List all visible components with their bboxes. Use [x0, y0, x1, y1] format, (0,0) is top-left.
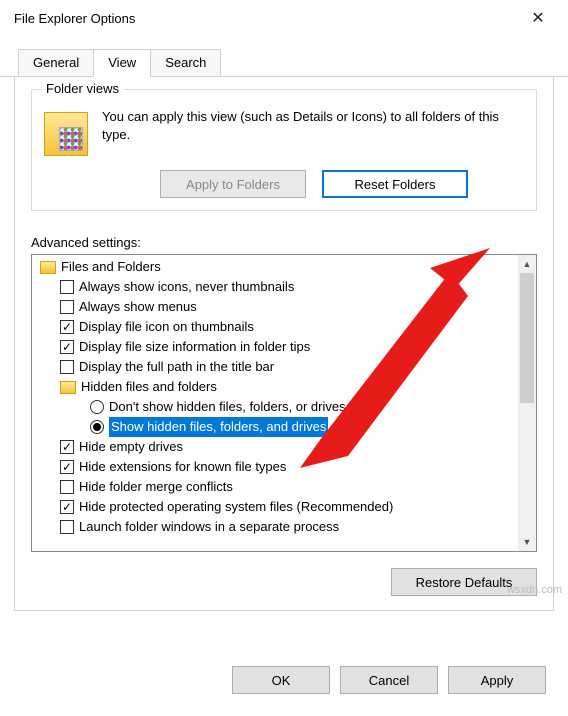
tree-item[interactable]: Display the full path in the title bar: [32, 357, 518, 377]
tree-item-label: Hide extensions for known file types: [79, 457, 286, 477]
tree-item[interactable]: ✓ Hide empty drives: [32, 437, 518, 457]
folder-views-group: Folder views You can apply this view (su…: [31, 89, 537, 211]
tab-view[interactable]: View: [93, 49, 151, 77]
checkbox[interactable]: ✓: [60, 320, 74, 334]
tree-item[interactable]: Always show icons, never thumbnails: [32, 277, 518, 297]
tree-item-label: Hide folder merge conflicts: [79, 477, 233, 497]
tree-item[interactable]: ✓ Display file icon on thumbnails: [32, 317, 518, 337]
tree-item-label: Display the full path in the title bar: [79, 357, 274, 377]
tree-item-label: Don't show hidden files, folders, or dri…: [109, 397, 346, 417]
folder-views-icon: [44, 112, 88, 156]
close-icon[interactable]: ✕: [518, 8, 558, 28]
tree-item[interactable]: Always show menus: [32, 297, 518, 317]
tree-item-label: Hide protected operating system files (R…: [79, 497, 393, 517]
checkbox[interactable]: ✓: [60, 500, 74, 514]
tree-item-label: Launch folder windows in a separate proc…: [79, 517, 339, 537]
tree-item: Files and Folders: [32, 257, 518, 277]
radio[interactable]: [90, 400, 104, 414]
window-title: File Explorer Options: [14, 11, 135, 26]
watermark-text: wsxdn.com: [507, 584, 562, 596]
checkbox[interactable]: [60, 280, 74, 294]
tree-item-label: Always show menus: [79, 297, 197, 317]
tree-item[interactable]: Don't show hidden files, folders, or dri…: [32, 397, 518, 417]
checkbox[interactable]: [60, 480, 74, 494]
tree-item-label: Hide empty drives: [79, 437, 183, 457]
tree-scrollbar[interactable]: ▲ ▼: [518, 255, 536, 551]
scroll-down-icon[interactable]: ▼: [518, 533, 536, 551]
tree-item-label: Display file icon on thumbnails: [79, 317, 254, 337]
tree-item[interactable]: Launch folder windows in a separate proc…: [32, 517, 518, 537]
tree-item-label: Show hidden files, folders, and drives: [109, 417, 328, 437]
folder-icon: [40, 261, 56, 274]
checkbox[interactable]: [60, 520, 74, 534]
folder-views-legend: Folder views: [42, 81, 123, 96]
checkbox[interactable]: ✓: [60, 440, 74, 454]
cancel-button[interactable]: Cancel: [340, 666, 438, 694]
scroll-up-icon[interactable]: ▲: [518, 255, 536, 273]
ok-button[interactable]: OK: [232, 666, 330, 694]
checkbox[interactable]: [60, 360, 74, 374]
reset-folders-button[interactable]: Reset Folders: [322, 170, 468, 198]
advanced-settings-label: Advanced settings:: [31, 235, 537, 250]
tree-item[interactable]: ✓ Hide extensions for known file types: [32, 457, 518, 477]
tree-item[interactable]: Show hidden files, folders, and drives: [32, 417, 518, 437]
radio[interactable]: [90, 420, 104, 434]
tab-row: General View Search: [0, 48, 568, 77]
advanced-settings-tree: Files and FoldersAlways show icons, neve…: [31, 254, 537, 552]
dialog-button-row: OK Cancel Apply: [232, 666, 546, 694]
checkbox[interactable]: [60, 300, 74, 314]
tree-item-label: Files and Folders: [61, 257, 161, 277]
apply-to-folders-button: Apply to Folders: [160, 170, 306, 198]
checkbox[interactable]: ✓: [60, 460, 74, 474]
tree-item-label: Hidden files and folders: [81, 377, 217, 397]
tree-viewport: Files and FoldersAlways show icons, neve…: [32, 255, 518, 551]
tab-search[interactable]: Search: [150, 49, 221, 76]
tab-pane-view: Folder views You can apply this view (su…: [14, 77, 554, 611]
folder-views-text: You can apply this view (such as Details…: [102, 108, 524, 143]
scroll-thumb[interactable]: [520, 273, 534, 403]
tree-item[interactable]: ✓ Hide protected operating system files (…: [32, 497, 518, 517]
tree-item[interactable]: Hide folder merge conflicts: [32, 477, 518, 497]
tab-general[interactable]: General: [18, 49, 94, 76]
folder-icon: [60, 381, 76, 394]
tree-item-label: Display file size information in folder …: [79, 337, 310, 357]
checkbox[interactable]: ✓: [60, 340, 74, 354]
scroll-track[interactable]: [518, 273, 536, 533]
tree-item[interactable]: ✓ Display file size information in folder…: [32, 337, 518, 357]
tree-item-label: Always show icons, never thumbnails: [79, 277, 294, 297]
apply-button[interactable]: Apply: [448, 666, 546, 694]
tree-item: Hidden files and folders: [32, 377, 518, 397]
